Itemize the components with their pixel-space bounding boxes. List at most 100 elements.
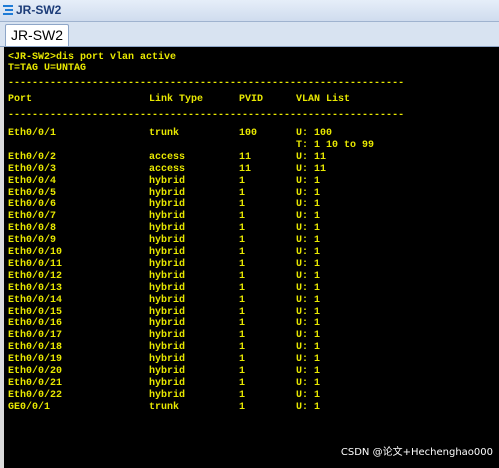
link-type-cell: hybrid xyxy=(149,306,186,318)
vlan-list-cell: U: 1 xyxy=(296,282,321,294)
port-cell: Eth0/0/19 xyxy=(8,354,63,366)
pvid-cell: 11 xyxy=(239,163,252,175)
header-pvid: PVID xyxy=(239,94,264,105)
vlan-list-cell: U: 1 xyxy=(296,377,321,389)
pvid-cell: 1 xyxy=(239,187,246,199)
pvid-cell: 1 xyxy=(239,366,246,377)
port-cell: Eth0/0/4 xyxy=(8,175,57,187)
pvid-cell: 1 xyxy=(239,377,246,389)
vlan-list-cell: U: 1 xyxy=(296,366,321,377)
pvid-cell: 1 xyxy=(239,235,246,247)
pvid-cell: 1 xyxy=(239,247,246,258)
vlan-list-cell: U: 1 xyxy=(296,294,321,306)
link-type-cell: hybrid xyxy=(149,354,186,366)
port-cell: Eth0/0/9 xyxy=(8,235,57,247)
port-cell: Eth0/0/5 xyxy=(8,187,57,199)
pvid-cell: 1 xyxy=(239,270,246,282)
link-type-cell: hybrid xyxy=(149,270,186,282)
pvid-cell: 1 xyxy=(239,330,246,342)
pvid-cell: 1 xyxy=(239,389,246,401)
link-type-cell: hybrid xyxy=(149,187,186,199)
pvid-cell: 1 xyxy=(239,175,246,187)
port-cell: Eth0/0/15 xyxy=(8,306,63,318)
separator-line: ----------------------------------------… xyxy=(8,78,405,89)
link-type-cell: trunk xyxy=(149,401,180,413)
vlan-list-cell: U: 1 xyxy=(296,187,321,199)
header-port: Port xyxy=(8,94,33,105)
port-cell: Eth0/0/20 xyxy=(8,366,63,377)
vlan-list-cell: U: 100 xyxy=(296,128,333,139)
tab-bar: JR-SW2 xyxy=(0,22,499,47)
vlan-list-cell: U: 1 xyxy=(296,175,321,187)
pvid-cell: 11 xyxy=(239,151,252,163)
port-cell: Eth0/0/10 xyxy=(8,247,63,258)
link-type-cell: hybrid xyxy=(149,223,186,235)
link-type-cell: hybrid xyxy=(149,247,186,258)
link-type-cell: trunk xyxy=(149,128,180,139)
vlan-list-cell: U: 1 xyxy=(296,247,321,258)
pvid-cell: 1 xyxy=(239,258,246,270)
tab-jr-sw2[interactable]: JR-SW2 xyxy=(5,24,69,46)
vlan-list-cell: U: 1 xyxy=(296,211,321,223)
pvid-cell: 1 xyxy=(239,211,246,223)
port-cell: Eth0/0/8 xyxy=(8,223,57,235)
link-type-cell: hybrid xyxy=(149,318,186,330)
port-cell: Eth0/0/3 xyxy=(8,163,57,175)
terminal-console[interactable]: <JR-SW2>dis port vlan active T=TAG U=UNT… xyxy=(4,47,499,468)
link-type-cell: hybrid xyxy=(149,282,186,294)
pvid-cell: 1 xyxy=(239,199,246,211)
link-type-cell: hybrid xyxy=(149,199,186,211)
pvid-cell: 100 xyxy=(239,128,258,139)
port-cell: Eth0/0/7 xyxy=(8,211,57,223)
header-link-type: Link Type xyxy=(149,94,204,105)
vlan-list-cell: T: 1 10 to 99 xyxy=(296,139,375,151)
vlan-list-cell: U: 1 xyxy=(296,354,321,366)
pvid-cell: 1 xyxy=(239,342,246,354)
pvid-cell: 1 xyxy=(239,223,246,235)
port-cell: Eth0/0/17 xyxy=(8,330,63,342)
vlan-list-cell: U: 1 xyxy=(296,306,321,318)
vlan-list-cell: U: 1 xyxy=(296,389,321,401)
vlan-list-cell: U: 1 xyxy=(296,223,321,235)
port-cell: Eth0/0/12 xyxy=(8,270,63,282)
port-cell: Eth0/0/14 xyxy=(8,294,63,306)
link-type-cell: hybrid xyxy=(149,294,186,306)
link-type-cell: hybrid xyxy=(149,389,186,401)
port-cell: GE0/0/1 xyxy=(8,401,51,413)
port-cell: Eth0/0/21 xyxy=(8,377,63,389)
window-title: JR-SW2 xyxy=(16,3,62,17)
link-type-cell: hybrid xyxy=(149,175,186,187)
network-device-icon xyxy=(3,5,13,15)
port-cell: Eth0/0/2 xyxy=(8,151,57,163)
watermark: CSDN @论文+Hechenghao000 xyxy=(340,447,493,458)
link-type-cell: access xyxy=(149,151,186,163)
header-vlan-list: VLAN List xyxy=(296,94,351,105)
link-type-cell: access xyxy=(149,163,186,175)
port-cell: Eth0/0/11 xyxy=(8,258,63,270)
pvid-cell: 1 xyxy=(239,282,246,294)
vlan-list-cell: U: 11 xyxy=(296,151,327,163)
table-header: Port Link Type PVID VLAN List xyxy=(8,94,350,106)
pvid-cell: 1 xyxy=(239,318,246,330)
pvid-cell: 1 xyxy=(239,306,246,318)
vlan-list-cell: U: 1 xyxy=(296,199,321,211)
link-type-cell: hybrid xyxy=(149,366,186,377)
pvid-cell: 1 xyxy=(239,401,246,413)
vlan-list-cell: U: 1 xyxy=(296,330,321,342)
port-cell: Eth0/0/16 xyxy=(8,318,63,330)
link-type-cell: hybrid xyxy=(149,377,186,389)
port-cell: Eth0/0/18 xyxy=(8,342,63,354)
vlan-list-cell: U: 1 xyxy=(296,270,321,282)
port-cell: Eth0/0/6 xyxy=(8,199,57,211)
vlan-list-cell: U: 1 xyxy=(296,318,321,330)
pvid-cell: 1 xyxy=(239,354,246,366)
vlan-list-cell: U: 1 xyxy=(296,235,321,247)
pvid-cell: 1 xyxy=(239,294,246,306)
title-bar: JR-SW2 xyxy=(0,0,499,22)
vlan-list-cell: U: 1 xyxy=(296,258,321,270)
vlan-list-cell: U: 1 xyxy=(296,401,321,413)
port-cell: Eth0/0/1 xyxy=(8,128,57,139)
link-type-cell: hybrid xyxy=(149,258,186,270)
link-type-cell: hybrid xyxy=(149,211,186,223)
port-cell: Eth0/0/22 xyxy=(8,389,63,401)
